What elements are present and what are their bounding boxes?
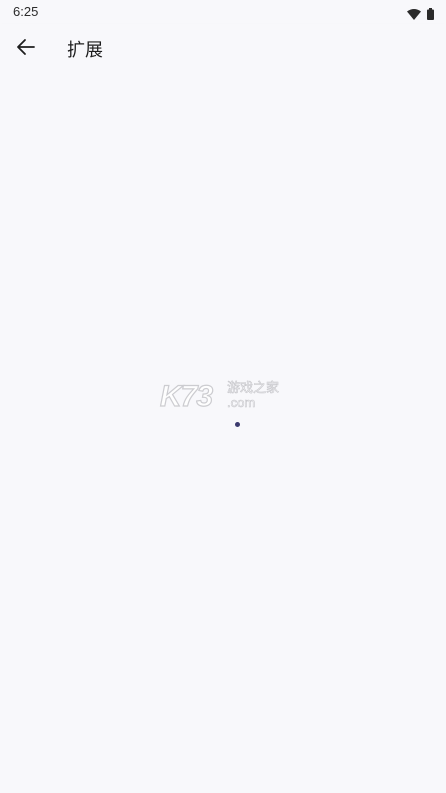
arrow-left-icon [16, 37, 36, 61]
app-bar: 扩展 [0, 24, 446, 74]
status-bar: 6:25 [0, 0, 446, 24]
loading-indicator [235, 422, 240, 427]
page-title: 扩展 [67, 40, 103, 61]
watermark-domain: .com [227, 395, 256, 410]
wifi-icon [407, 5, 421, 24]
back-button[interactable] [10, 33, 42, 65]
status-time: 6:25 [13, 4, 39, 19]
watermark-brand: K73 [159, 379, 213, 413]
status-icons [407, 5, 434, 24]
watermark-logo: K73 游戏之家 .com [159, 379, 286, 416]
battery-icon [427, 5, 434, 24]
content-area: K73 游戏之家 .com [0, 74, 446, 793]
